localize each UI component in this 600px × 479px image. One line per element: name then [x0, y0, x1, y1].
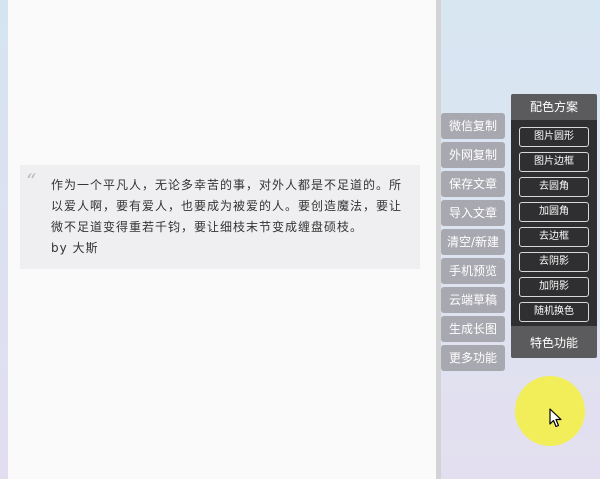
color-options-list: 图片圆形 图片边框 去圆角 加圆角 去边框 去阴影 加阴影 随机换色 [511, 120, 597, 326]
add-radius-button[interactable]: 加圆角 [519, 202, 589, 222]
clear-new-button[interactable]: 清空/新建 [441, 229, 505, 255]
quote-text: 作为一个平凡人，无论多幸苦的事，对外人都是不足道的。所以爱人啊，要有爱人，也要成… [51, 178, 403, 234]
quote-author: by 大斯 [51, 241, 99, 255]
wechat-copy-button[interactable]: 微信复制 [441, 113, 505, 139]
left-background-strip [0, 0, 8, 479]
mobile-preview-button[interactable]: 手机预览 [441, 258, 505, 284]
quotation-mark-icon: “ [26, 169, 37, 193]
color-scheme-panel: 配色方案 图片圆形 图片边框 去圆角 加圆角 去边框 去阴影 加阴影 随机换色 … [511, 94, 597, 358]
external-copy-button[interactable]: 外网复制 [441, 142, 505, 168]
remove-border-button[interactable]: 去边框 [519, 227, 589, 247]
save-article-button[interactable]: 保存文章 [441, 171, 505, 197]
remove-shadow-button[interactable]: 去阴影 [519, 252, 589, 272]
color-scheme-title[interactable]: 配色方案 [511, 94, 597, 120]
cloud-drafts-button[interactable]: 云端草稿 [441, 287, 505, 313]
tool-sidebar: 微信复制 外网复制 保存文章 导入文章 清空/新建 手机预览 云端草稿 生成长图… [441, 113, 505, 374]
image-border-button[interactable]: 图片边框 [519, 152, 589, 172]
generate-long-image-button[interactable]: 生成长图 [441, 316, 505, 342]
remove-radius-button[interactable]: 去圆角 [519, 177, 589, 197]
image-round-button[interactable]: 图片圆形 [519, 127, 589, 147]
import-article-button[interactable]: 导入文章 [441, 200, 505, 226]
random-color-button[interactable]: 随机换色 [519, 302, 589, 322]
special-features-button[interactable]: 特色功能 [511, 330, 597, 356]
mouse-pointer-icon [549, 408, 562, 428]
blockquote[interactable]: “ 作为一个平凡人，无论多幸苦的事，对外人都是不足道的。所以爱人啊，要有爱人，也… [20, 165, 420, 269]
add-shadow-button[interactable]: 加阴影 [519, 277, 589, 297]
more-functions-button[interactable]: 更多功能 [441, 345, 505, 371]
